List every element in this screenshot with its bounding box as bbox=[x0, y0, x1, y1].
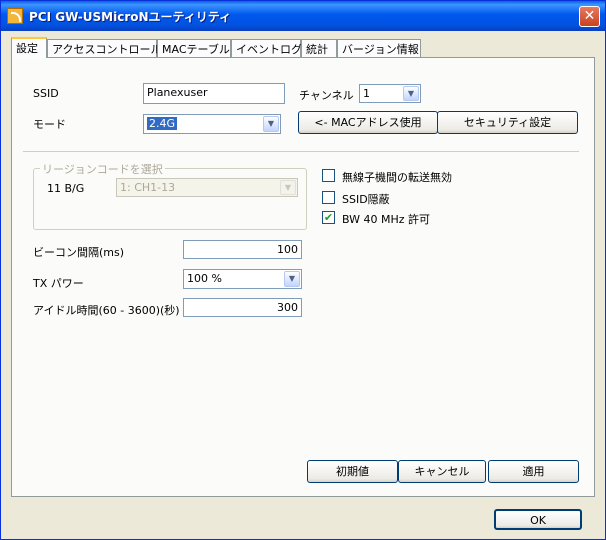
bw40-label: BW 40 MHz 許可 bbox=[342, 213, 431, 226]
ssid-label: SSID bbox=[33, 87, 59, 100]
close-button[interactable]: ✕ bbox=[579, 6, 600, 27]
region-value: 1: CH1-13 bbox=[120, 181, 176, 194]
channel-select[interactable]: 1 ▼ bbox=[359, 84, 421, 103]
tab-event-log[interactable]: イベントログ bbox=[231, 39, 302, 57]
section-divider bbox=[23, 151, 579, 152]
tab-access-control[interactable]: アクセスコントロール bbox=[47, 39, 161, 57]
chevron-down-icon[interactable]: ▼ bbox=[403, 86, 419, 101]
channel-value: 1 bbox=[363, 87, 370, 100]
default-button[interactable]: 初期値 bbox=[307, 460, 398, 483]
tx-power-label: TX パワー bbox=[33, 277, 84, 290]
chevron-down-icon[interactable]: ▼ bbox=[284, 271, 300, 287]
wireless-isolation-checkbox[interactable] bbox=[322, 169, 335, 182]
mode-select[interactable]: 2.4G ▼ bbox=[143, 114, 281, 134]
region-select: 1: CH1-13 ▼ bbox=[116, 178, 298, 197]
chevron-down-icon[interactable]: ▼ bbox=[263, 116, 279, 132]
mode-label: モード bbox=[33, 118, 66, 131]
window-title: PCI GW-USMicroNユーティリティ bbox=[29, 10, 232, 24]
region-band-label: 11 B/G bbox=[47, 182, 85, 195]
channel-label: チャンネル bbox=[299, 89, 354, 102]
hide-ssid-label: SSID隠蔽 bbox=[342, 193, 390, 206]
tab-version-info[interactable]: バージョン情報 bbox=[337, 39, 421, 57]
use-mac-address-button[interactable]: <- MACアドレス使用 bbox=[298, 111, 438, 134]
hide-ssid-checkbox[interactable] bbox=[322, 191, 335, 204]
bw40-checkbox[interactable]: ✔ bbox=[322, 211, 335, 224]
security-settings-button[interactable]: セキュリティ設定 bbox=[437, 111, 578, 134]
chevron-down-icon: ▼ bbox=[280, 180, 296, 195]
ssid-input[interactable]: Planexuser bbox=[143, 83, 285, 104]
region-group-label: リージョンコードを選択 bbox=[40, 161, 165, 177]
wireless-isolation-label: 無線子機間の転送無効 bbox=[342, 171, 452, 184]
ok-button[interactable]: OK bbox=[494, 509, 582, 530]
cancel-button[interactable]: キャンセル bbox=[398, 460, 486, 483]
tx-power-select[interactable]: 100 % ▼ bbox=[183, 269, 302, 289]
beacon-interval-input[interactable]: 100 bbox=[183, 240, 302, 259]
mode-value: 2.4G bbox=[147, 117, 178, 130]
title-bar[interactable]: PCI GW-USMicroNユーティリティ ✕ bbox=[1, 1, 605, 31]
utility-window: PCI GW-USMicroNユーティリティ ✕ 設定 アクセスコントロール M… bbox=[0, 0, 606, 540]
tab-settings[interactable]: 設定 bbox=[11, 37, 47, 58]
wireless-app-icon bbox=[7, 8, 23, 24]
checkmark-icon: ✔ bbox=[323, 211, 334, 224]
tx-power-value: 100 % bbox=[187, 272, 222, 285]
beacon-interval-label: ビーコン間隔(ms) bbox=[33, 246, 125, 259]
idle-time-label: アイドル時間(60 - 3600)(秒) bbox=[33, 304, 180, 317]
tab-mac-table[interactable]: MACテーブル bbox=[157, 39, 231, 57]
tab-statistics[interactable]: 統計 bbox=[301, 39, 337, 57]
apply-button[interactable]: 適用 bbox=[488, 460, 579, 483]
idle-time-input[interactable]: 300 bbox=[183, 298, 302, 317]
